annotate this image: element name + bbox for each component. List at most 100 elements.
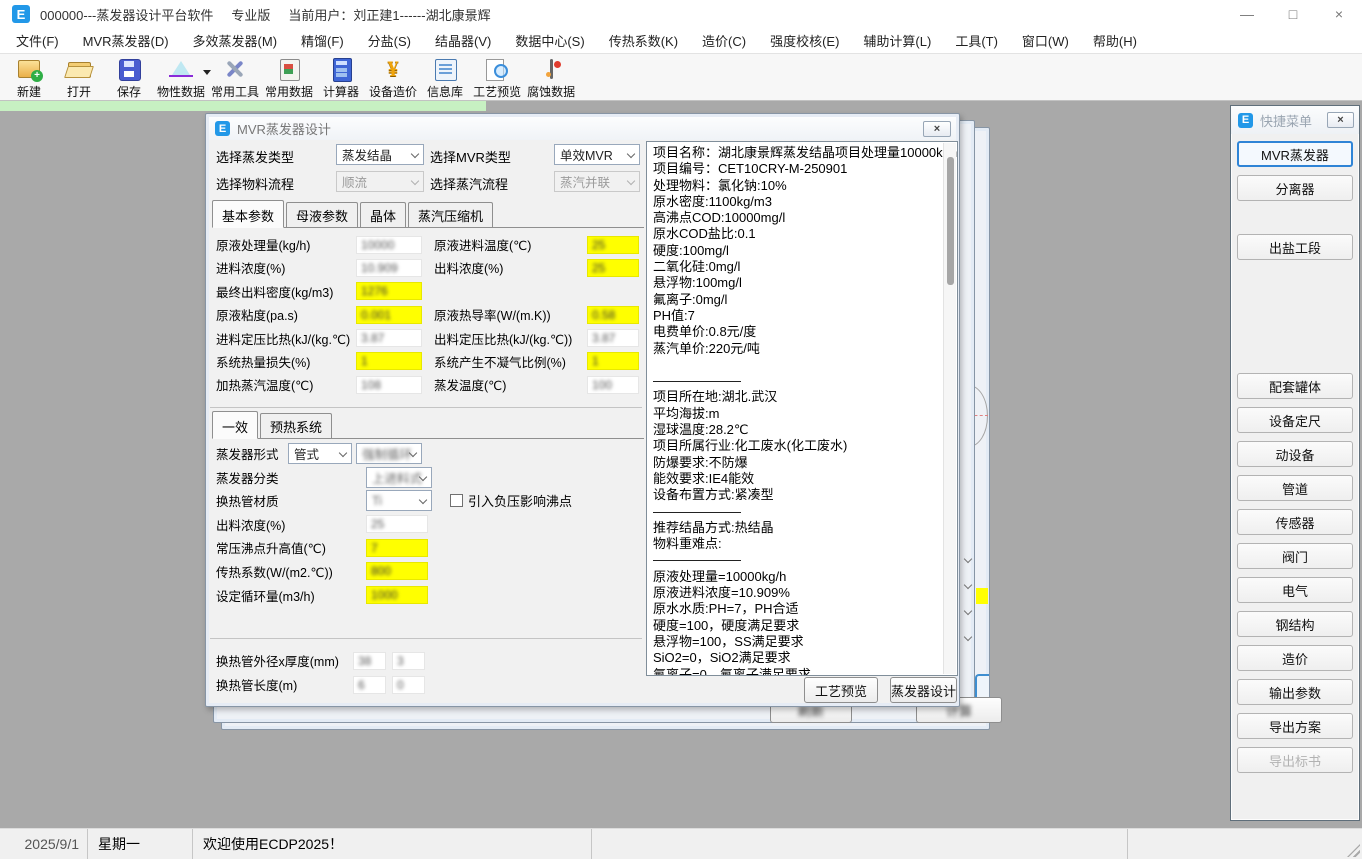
circulation-type-select[interactable]: 强制循环 [356,443,422,464]
parameter-input[interactable]: 25 [366,515,428,533]
tube-input-1[interactable]: 38 [353,652,386,670]
maximize-button[interactable]: □ [1270,0,1316,28]
tube-input-2[interactable]: 0 [392,676,425,694]
scrollbar-thumb[interactable] [947,157,954,285]
hidden-combo-arrow-icon [963,581,974,592]
minimize-button[interactable]: — [1224,0,1270,28]
quick-menu-button[interactable]: 钢结构 [1237,611,1353,637]
dialog-title-bar[interactable]: E MVR蒸发器设计 × [209,117,956,140]
menu-item[interactable]: 分盐(S) [356,31,423,50]
toolbar-button[interactable]: 新建 [4,56,54,100]
parameter-input[interactable]: 10000 [356,236,422,254]
menu-item[interactable]: 造价(C) [690,31,758,50]
tube-row: 换热管外径x厚度(mm) 38 3 [216,651,646,670]
info-line: 项目名称：湖北康景辉蒸发结晶项目处理量10000kgh [653,145,939,161]
tab[interactable]: 预热系统 [260,413,332,438]
parameter-input[interactable]: 10.909 [356,259,422,277]
quick-menu-button[interactable]: 导出标书 [1237,747,1353,773]
scrollbar[interactable] [943,143,956,674]
menu-item[interactable]: 精馏(F) [289,31,356,50]
parameter-input[interactable]: 3.87 [356,329,422,347]
tab[interactable]: 基本参数 [212,200,284,228]
evap-type-select[interactable]: 蒸发结晶 [336,144,424,165]
mvr-design-dialog: E MVR蒸发器设计 × 选择蒸发类型 蒸发结晶 选择MVR类型 单效MVR 选… [205,113,960,707]
parameter-input[interactable]: 0.58 [587,306,639,324]
quick-menu-button[interactable]: 传感器 [1237,509,1353,535]
toolbar-button[interactable]: 保存 [104,56,154,100]
menu-item[interactable]: 工具(T) [943,31,1010,50]
quick-menu-button[interactable]: 电气 [1237,577,1353,603]
menu-item[interactable]: MVR蒸发器(D) [71,31,181,50]
tab[interactable]: 母液参数 [286,202,358,227]
tube-material-select[interactable]: Ti [366,490,432,511]
quick-menu-button[interactable]: 动设备 [1237,441,1353,467]
parameter-row: 原液粘度(pa.s) 0.001 [216,305,430,324]
parameter-input[interactable]: 800 [366,562,428,580]
menu-item[interactable]: 窗口(W) [1010,31,1081,50]
toolbar-button[interactable]: 常用工具 [208,56,262,100]
quick-menu-button[interactable]: 阀门 [1237,543,1353,569]
toolbar-button[interactable]: 信息库 [420,56,470,100]
quick-menu-close-button[interactable]: × [1327,112,1354,128]
vacuum-effect-checkbox[interactable] [450,494,463,507]
process-preview-icon [481,56,513,83]
dialog-close-button[interactable]: × [923,121,951,137]
parameter-label: 出料浓度(%) [216,515,356,534]
chevron-down-icon [411,177,419,185]
quick-menu-button[interactable]: 配套罐体 [1237,373,1353,399]
quick-menu-button[interactable]: 管道 [1237,475,1353,501]
quick-menu-button[interactable]: 设备定尺 [1237,407,1353,433]
parameter-input[interactable]: 7 [366,539,428,557]
quick-menu-button[interactable]: 输出参数 [1237,679,1353,705]
parameter-input[interactable]: 25 [587,236,639,254]
toolbar-button[interactable]: 常用数据 [262,56,316,100]
menu-item[interactable]: 多效蒸发器(M) [181,31,290,50]
evaporator-form-select[interactable]: 管式 [288,443,352,464]
tools-icon [219,56,251,83]
quick-menu-button[interactable]: 分离器 [1237,175,1353,201]
parameter-input[interactable]: 1 [587,352,639,370]
parameter-input[interactable]: 0.001 [356,306,422,324]
toolbar-button[interactable]: 设备造价 [366,56,420,100]
tube-input-2[interactable]: 3 [392,652,425,670]
divider [210,638,642,639]
quick-menu-button[interactable]: 导出方案 [1237,713,1353,739]
evaporator-design-button[interactable]: 蒸发器设计 [890,677,957,703]
mvr-type-select[interactable]: 单效MVR [554,144,640,165]
toolbar-button[interactable]: 打开 [54,56,104,100]
menu-item[interactable]: 强度校核(E) [758,31,851,50]
tab[interactable]: 一效 [212,411,258,439]
quick-menu-title-bar[interactable]: E 快捷菜单 × [1231,106,1359,134]
menu-item[interactable]: 结晶器(V) [423,31,503,50]
parameter-input[interactable]: 108 [356,376,422,394]
chevron-down-icon [627,177,635,185]
parameter-input[interactable]: 3.87 [587,329,639,347]
info-line: 平均海拔:m [653,406,939,422]
quick-menu-button[interactable]: MVR蒸发器 [1237,141,1353,167]
parameter-input[interactable]: 1000 [366,586,428,604]
menu-item[interactable]: 辅助计算(L) [851,31,943,50]
menu-item[interactable]: 帮助(H) [1081,31,1149,50]
parameter-input[interactable]: 1 [356,352,422,370]
tube-input-1[interactable]: 6 [353,676,386,694]
process-preview-button[interactable]: 工艺预览 [804,677,878,703]
parameter-input[interactable]: 100 [587,376,639,394]
menu-item[interactable]: 文件(F) [4,31,71,50]
close-button[interactable]: × [1316,0,1362,28]
tab[interactable]: 蒸汽压缩机 [408,202,493,227]
menu-item[interactable]: 数据中心(S) [503,31,596,50]
parameter-label: 出料浓度(%) [434,258,587,277]
toolbar-button-label: 保存 [117,83,141,100]
quick-menu-button[interactable]: 出盐工段 [1237,234,1353,260]
parameter-row: 原液热导率(W/(m.K)) 0.58 [434,305,640,324]
toolbar-button[interactable]: 计算器 [316,56,366,100]
parameter-input[interactable]: 1276 [356,282,422,300]
toolbar-button[interactable]: 工艺预览 [470,56,524,100]
toolbar-button[interactable]: 物性数据 [154,56,208,100]
parameter-input[interactable]: 25 [587,259,639,277]
evaporator-category-select[interactable]: 上进料式 [366,467,432,488]
toolbar-button[interactable]: 腐蚀数据 [524,56,578,100]
tab[interactable]: 晶体 [360,202,406,227]
menu-item[interactable]: 传热系数(K) [597,31,690,50]
quick-menu-button[interactable]: 造价 [1237,645,1353,671]
